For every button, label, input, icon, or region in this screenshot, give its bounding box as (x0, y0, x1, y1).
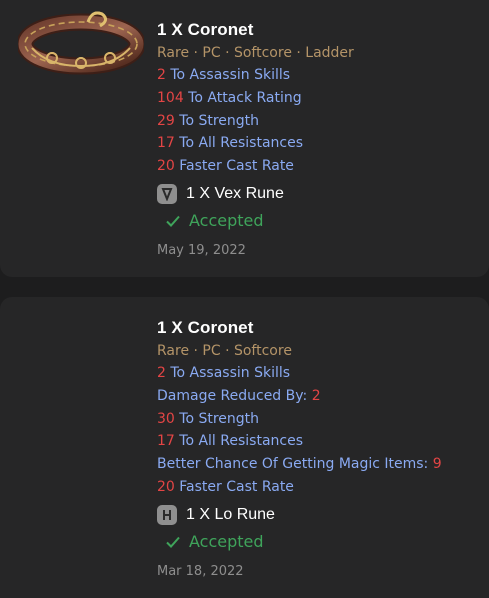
stat-line: 104 To Attack Rating (157, 87, 354, 110)
rune-label: 1 X Lo Rune (186, 505, 275, 523)
stat-line: 20 Faster Cast Rate (157, 155, 354, 178)
stat-line: 17 To All Resistances (157, 132, 354, 155)
stat-value: 104 (157, 89, 184, 106)
stat-label: To Assassin Skills (165, 67, 291, 83)
stat-line: Better Chance Of Getting Magic Items: 9 (157, 453, 442, 476)
stat-line: 29 To Strength (157, 110, 354, 133)
stat-label: To Strength (174, 112, 260, 129)
trade-info: 1 X Coronet Rare · PC · Softcore 2 To As… (157, 317, 442, 582)
rune-offer[interactable]: 1 X Lo Rune (157, 501, 442, 529)
stat-label: Faster Cast Rate (174, 158, 294, 175)
stat-value: 2 (157, 365, 166, 381)
stat-value: 29 (157, 112, 175, 129)
rune-label: 1 X Vex Rune (186, 184, 284, 202)
stat-label: To Strength (174, 410, 260, 427)
stat-value: 20 (157, 478, 175, 495)
item-meta: Rare · PC · Softcore (157, 343, 292, 359)
vex-rune-icon (157, 183, 177, 204)
trade-date: May 19, 2022 (157, 242, 246, 258)
stat-label: To Assassin Skills (165, 365, 291, 381)
stat-value: 2 (311, 387, 321, 404)
stat-label: Better Chance Of Getting Magic Items: (157, 456, 433, 473)
stat-value: 17 (157, 135, 175, 152)
stat-label: To Attack Rating (183, 89, 302, 106)
item-title[interactable]: 1 X Coronet (157, 317, 442, 339)
stat-line: Damage Reduced By: 2 (157, 385, 442, 408)
stat-value: 30 (157, 410, 175, 427)
check-icon (166, 536, 180, 548)
status-label: Accepted (189, 532, 264, 552)
stat-line: 30 To Strength (157, 408, 442, 431)
stat-value: 17 (157, 433, 175, 450)
item-meta: Rare · PC · Softcore · Ladder (157, 45, 354, 61)
stat-line: 17 To All Resistances (157, 430, 442, 453)
status-label: Accepted (189, 211, 264, 231)
stat-line: 2 To Assassin Skills (157, 362, 442, 385)
rune-offer[interactable]: 1 X Vex Rune (157, 180, 354, 208)
status-badge: Accepted (165, 208, 354, 234)
stat-value: 2 (157, 67, 166, 83)
stat-label: Faster Cast Rate (174, 478, 294, 495)
stat-line: 2 To Assassin Skills (157, 64, 354, 87)
stat-label: To All Resistances (174, 433, 304, 450)
lo-rune-icon (157, 504, 177, 525)
stat-value: 9 (432, 456, 442, 473)
trade-info: 1 X Coronet Rare · PC · Softcore · Ladde… (157, 19, 354, 261)
trade-date: Mar 18, 2022 (157, 563, 244, 579)
stat-label: Damage Reduced By: (157, 387, 312, 404)
stat-line: 20 Faster Cast Rate (157, 476, 442, 499)
check-icon (166, 215, 180, 227)
stat-value: 20 (157, 158, 175, 175)
stat-label: To All Resistances (174, 135, 304, 152)
status-badge: Accepted (165, 529, 442, 555)
item-title[interactable]: 1 X Coronet (157, 19, 354, 41)
coronet-item-image (18, 11, 144, 75)
